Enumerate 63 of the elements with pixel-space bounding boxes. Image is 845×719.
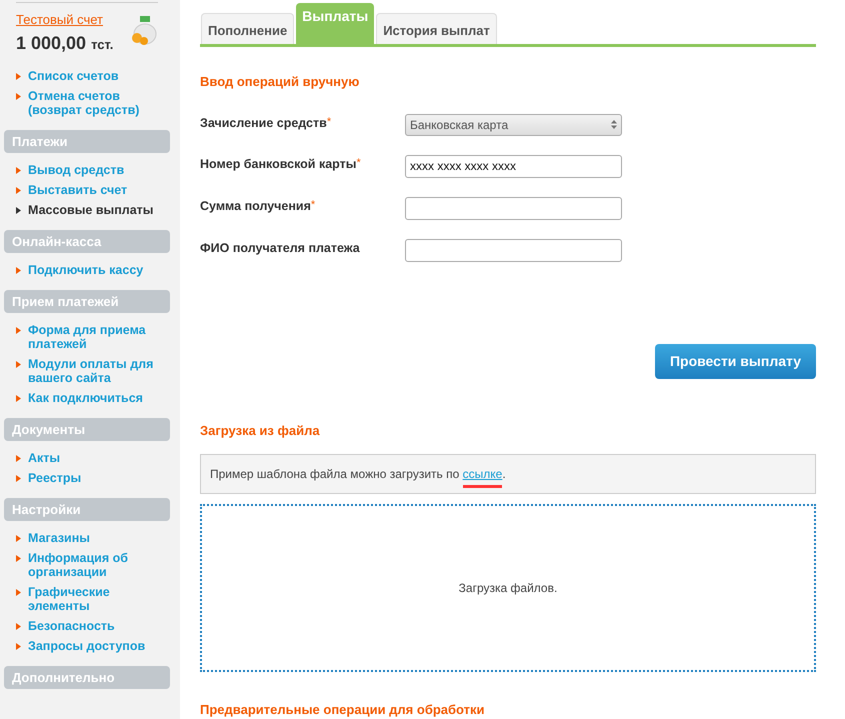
template-link[interactable]: ссылке <box>462 466 502 481</box>
sidebar-link[interactable]: Магазины <box>28 531 90 545</box>
tab[interactable]: Выплаты <box>296 3 374 44</box>
sidebar-link[interactable]: Список счетов <box>28 69 119 83</box>
sort-arrows-icon <box>611 120 617 129</box>
section-heading: Загрузка из файла <box>200 422 321 440</box>
bullet-icon <box>16 395 21 402</box>
required-mark: * <box>326 114 332 130</box>
bullet-icon <box>16 93 21 100</box>
sidebar-link[interactable]: Реестры <box>28 471 82 485</box>
bullet-icon <box>16 643 21 650</box>
bullet-icon <box>16 207 21 214</box>
sidebar-link[interactable]: Вывод средств <box>28 163 124 177</box>
sidebar-link[interactable]: Отмена счетов (возврат средств) <box>28 89 170 117</box>
bullet-icon <box>16 475 21 482</box>
tab[interactable]: История выплат <box>376 13 497 44</box>
section-header: Документы <box>4 418 170 441</box>
account-balance: 1 000,00 <box>16 32 86 55</box>
bullet-icon <box>16 167 21 174</box>
bullet-icon <box>16 623 21 630</box>
section-header: Настройки <box>4 498 170 521</box>
bullet-icon <box>16 589 21 596</box>
bullet-icon <box>16 327 21 334</box>
bullet-icon <box>16 73 21 80</box>
bullet-icon <box>16 267 21 274</box>
input-field[interactable] <box>405 238 622 262</box>
sidebar-link[interactable]: Подключить кассу <box>28 263 144 277</box>
input-field[interactable] <box>405 196 622 220</box>
sidebar-link[interactable]: Графические элементы <box>28 585 170 613</box>
section-heading: Ввод операций вручную <box>200 73 360 91</box>
sidebar-link[interactable]: Как подключиться <box>28 391 143 405</box>
required-mark: * <box>356 156 361 170</box>
payout-method-select[interactable]: Банковская карта <box>405 114 622 136</box>
sidebar-link[interactable]: Форма для приема платежей <box>28 323 170 351</box>
bullet-icon <box>16 187 21 194</box>
bullet-icon <box>16 555 21 562</box>
file-dropzone[interactable]: Загрузка файлов. <box>200 504 816 672</box>
section-header: Платежи <box>4 130 170 153</box>
account-link[interactable]: Тестовый счет <box>16 12 114 28</box>
field-label: Зачисление средств <box>200 114 327 132</box>
section-header: Прием платежей <box>4 290 170 313</box>
sidebar-link[interactable]: Выставить счет <box>28 183 128 197</box>
currency-label: тст. <box>91 36 114 54</box>
required-mark: * <box>310 198 316 212</box>
sidebar-link[interactable]: Массовые выплаты <box>28 203 154 217</box>
section-header: Дополнительно <box>4 666 170 689</box>
bullet-icon <box>16 535 21 542</box>
sidebar-link[interactable]: Безопасность <box>28 619 115 633</box>
input-field[interactable]: xxxx xxxx xxxx xxxx <box>405 154 622 178</box>
section-header: Онлайн-касса <box>4 230 170 253</box>
submit-payout-button[interactable]: Провести выплату <box>654 344 816 378</box>
field-label: Сумма получения <box>200 198 311 215</box>
sidebar-link[interactable]: Запросы доступов <box>28 639 146 653</box>
sidebar-link[interactable]: Модули оплаты для вашего сайта <box>28 357 170 385</box>
field-label: Номер банковской карты <box>200 156 356 173</box>
sidebar-link[interactable]: Информация об организации <box>28 551 170 579</box>
bullet-icon <box>16 361 21 368</box>
tab[interactable]: Пополнение <box>201 13 294 44</box>
sidebar-link[interactable]: Акты <box>28 451 60 465</box>
bullet-icon <box>16 455 21 462</box>
template-note: Пример шаблона файла можно загрузить по ссылке. <box>210 464 506 483</box>
section-heading: Предварительные операции для обработки <box>200 700 486 719</box>
field-label: ФИО получателя платежа <box>200 240 360 257</box>
